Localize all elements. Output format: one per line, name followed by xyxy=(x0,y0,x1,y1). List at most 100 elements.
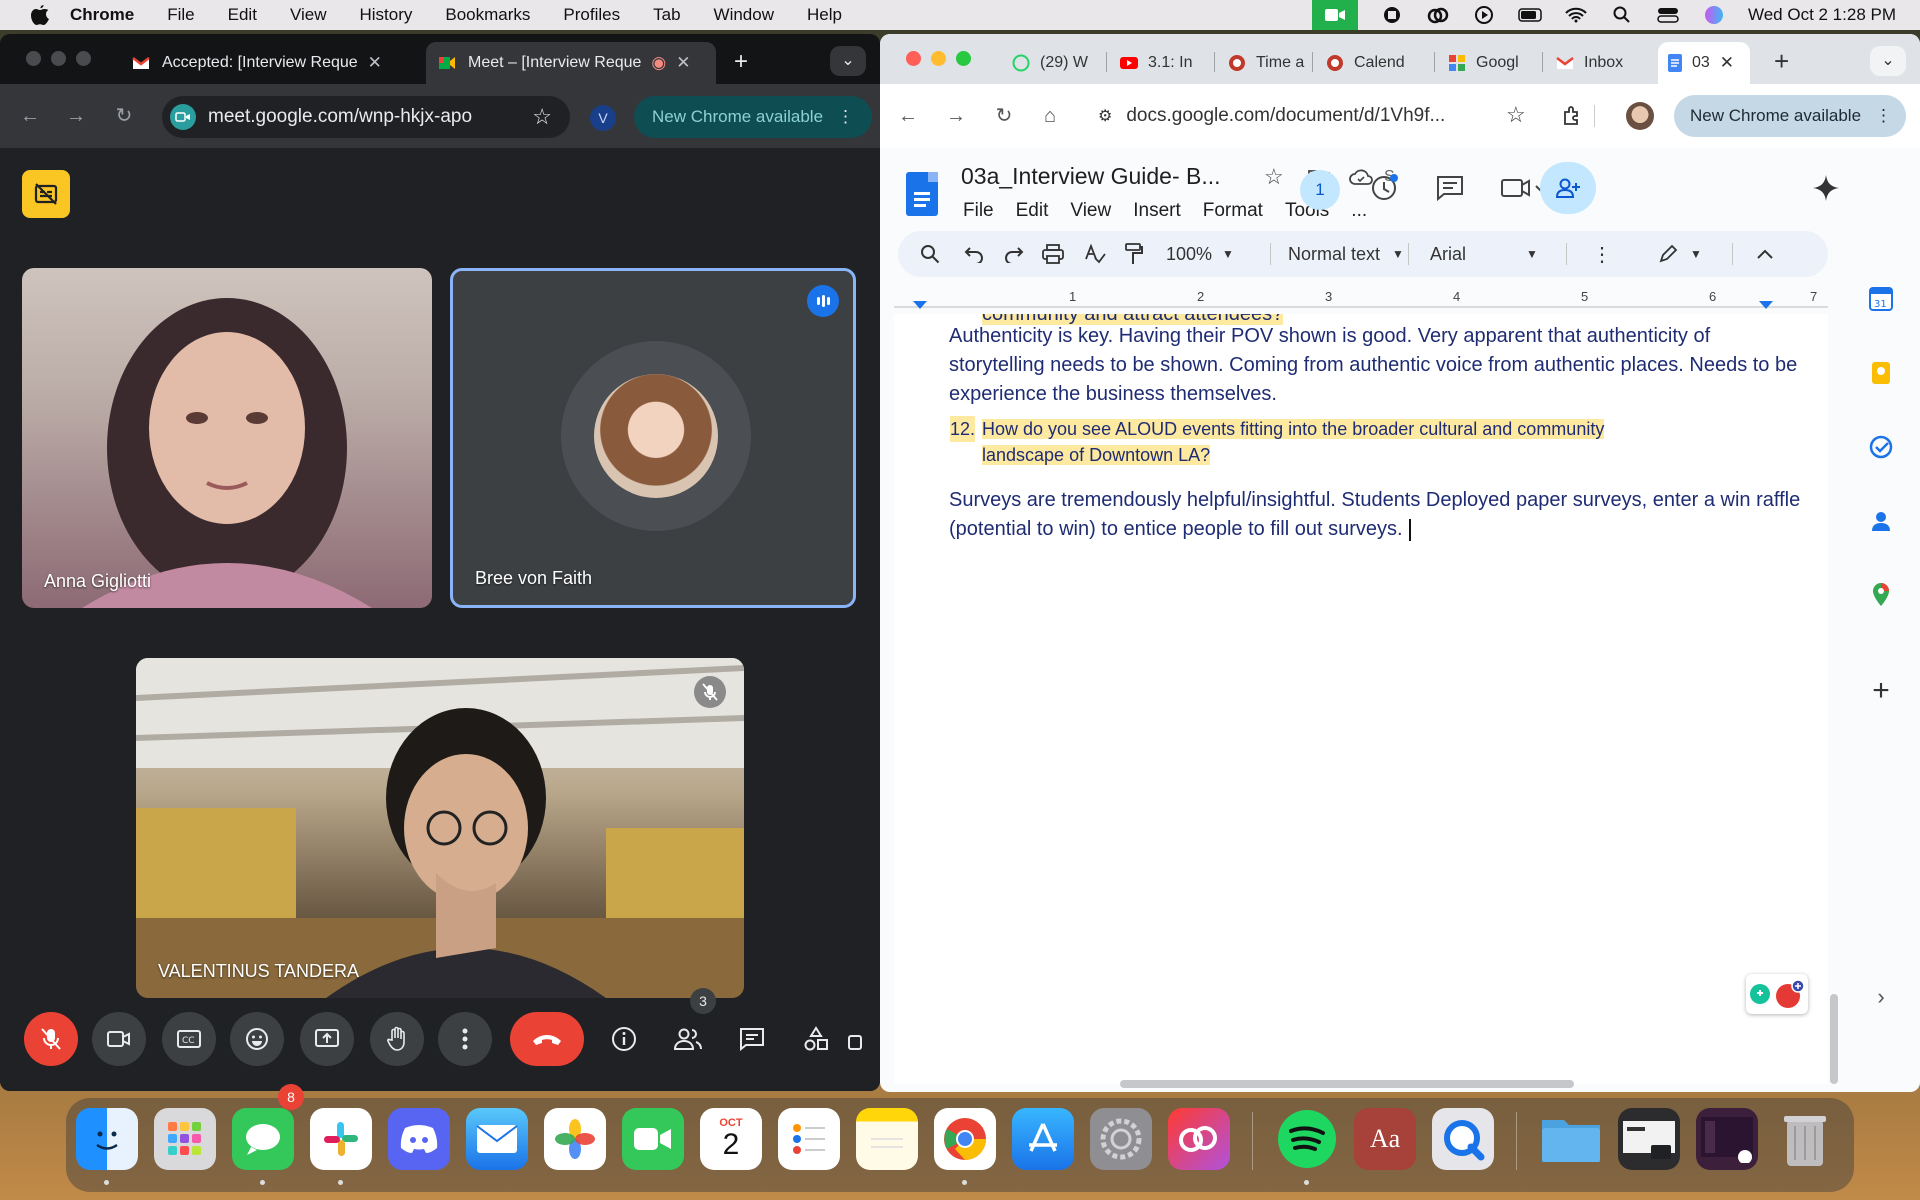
reload-icon[interactable]: ↻ xyxy=(992,104,1016,128)
close-window-button[interactable] xyxy=(26,51,41,66)
share-button[interactable] xyxy=(1540,162,1596,214)
creative-cloud-icon[interactable] xyxy=(1426,5,1450,25)
kebab-menu-icon[interactable]: ⋮ xyxy=(837,107,854,127)
horizontal-scrollbar[interactable] xyxy=(1120,1080,1574,1088)
document-page[interactable]: community and attract attendees? Authent… xyxy=(894,314,1828,1084)
site-info-icon[interactable] xyxy=(170,104,196,130)
document-title[interactable]: 03a_Interview Guide- B... xyxy=(961,163,1221,190)
zoom-window-button[interactable] xyxy=(76,51,91,66)
menu-profiles[interactable]: Profiles xyxy=(563,5,620,25)
notes-icon[interactable] xyxy=(856,1108,918,1170)
menu-tab[interactable]: Tab xyxy=(653,5,680,25)
participant-tile-bree[interactable]: Bree von Faith xyxy=(450,268,856,608)
version-history-icon[interactable] xyxy=(1364,168,1404,208)
participant-tile-anna[interactable]: Anna Gigliotti xyxy=(22,268,432,608)
menu-view[interactable]: View xyxy=(290,5,327,25)
tab-search-chevron-icon[interactable]: ⌄ xyxy=(1870,46,1906,76)
star-document-icon[interactable]: ☆ xyxy=(1264,164,1284,190)
zoom-select[interactable]: 100% ▼ xyxy=(1166,231,1234,277)
editing-mode-select[interactable]: ▼ xyxy=(1658,231,1702,277)
close-tab-icon[interactable]: ✕ xyxy=(1720,53,1734,73)
paragraph-style-select[interactable]: Normal text ▼ xyxy=(1288,231,1404,277)
calendar-icon[interactable]: 31 xyxy=(1868,286,1894,312)
new-chrome-available-button[interactable]: New Chrome available ⋮ xyxy=(1674,95,1906,137)
menu-history[interactable]: History xyxy=(359,5,412,25)
reminders-icon[interactable] xyxy=(778,1108,840,1170)
new-tab-icon[interactable]: + xyxy=(734,48,748,76)
meet-url-field[interactable]: meet.google.com/wnp-hkjx-apo ☆ xyxy=(162,96,570,138)
messages-icon[interactable] xyxy=(232,1108,294,1170)
doc-question-12[interactable]: 12. How do you see ALOUD events fitting … xyxy=(950,416,1782,468)
paint-format-icon[interactable] xyxy=(1124,231,1144,277)
spotlight-search-icon[interactable] xyxy=(1610,5,1634,25)
grammarly-widget[interactable] xyxy=(1746,974,1808,1014)
font-family-select[interactable]: Arial ▼ xyxy=(1430,231,1538,277)
add-addon-icon[interactable]: + xyxy=(1868,674,1894,707)
menu-window[interactable]: Window xyxy=(714,5,774,25)
camera-toggle-button[interactable] xyxy=(92,1012,146,1066)
docs-menu-view[interactable]: View xyxy=(1070,200,1111,222)
control-center-icon[interactable] xyxy=(1656,5,1680,25)
creative-cloud-app-icon[interactable] xyxy=(1168,1108,1230,1170)
spellcheck-icon[interactable] xyxy=(1084,231,1106,277)
wifi-icon[interactable] xyxy=(1564,5,1588,25)
undo-icon[interactable] xyxy=(964,231,984,277)
slack-window-thumbnail[interactable] xyxy=(1696,1108,1758,1170)
docs-menu-format[interactable]: Format xyxy=(1203,200,1263,222)
discord-icon[interactable] xyxy=(388,1108,450,1170)
vertical-scrollbar[interactable] xyxy=(1830,994,1838,1084)
calendar-app-icon[interactable]: OCT 2 xyxy=(700,1108,762,1170)
spotify-icon[interactable] xyxy=(1276,1108,1338,1170)
menu-clock[interactable]: Wed Oct 2 1:28 PM xyxy=(1748,5,1896,25)
hide-menus-chevron-icon[interactable] xyxy=(1756,231,1774,277)
siri-icon[interactable] xyxy=(1702,5,1726,25)
docs-menu-insert[interactable]: Insert xyxy=(1133,200,1181,222)
bookmark-star-icon[interactable]: ☆ xyxy=(1506,102,1526,128)
activities-icon[interactable] xyxy=(792,1012,840,1066)
more-tools-icon[interactable]: ⋮ xyxy=(1592,231,1612,277)
menu-file[interactable]: File xyxy=(167,5,194,25)
play-icon[interactable] xyxy=(1472,5,1496,25)
comments-icon[interactable] xyxy=(1430,168,1470,208)
maps-icon[interactable] xyxy=(1868,582,1894,608)
docs-url-field[interactable]: ⚙ docs.google.com/document/d/1Vh9f... xyxy=(1098,95,1538,137)
captions-off-icon[interactable] xyxy=(22,170,70,218)
tasks-icon[interactable] xyxy=(1868,434,1894,460)
print-icon[interactable] xyxy=(1042,231,1064,277)
participant-tile-valentinus[interactable]: VALENTINUS TANDERA xyxy=(136,658,744,998)
docs-logo-icon[interactable] xyxy=(906,172,938,216)
dictionary-icon[interactable]: Aa xyxy=(1354,1108,1416,1170)
tab-gmail-accepted[interactable]: Accepted: [Interview Reque ✕ xyxy=(120,42,410,84)
tab-time[interactable]: Time a xyxy=(1220,42,1306,84)
bookmark-star-icon[interactable]: ☆ xyxy=(532,104,552,130)
home-icon[interactable]: ⌂ xyxy=(1038,104,1062,128)
forward-arrow-icon[interactable]: → xyxy=(64,104,88,128)
system-settings-icon[interactable] xyxy=(1090,1108,1152,1170)
viewer-count-badge[interactable]: 1 xyxy=(1300,170,1340,210)
mic-toggle-button[interactable] xyxy=(24,1012,78,1066)
emoji-reaction-button[interactable] xyxy=(230,1012,284,1066)
captions-button[interactable]: CC xyxy=(162,1012,216,1066)
minimize-window-button[interactable] xyxy=(51,51,66,66)
photos-icon[interactable] xyxy=(544,1108,606,1170)
leave-call-button[interactable] xyxy=(510,1012,584,1066)
menu-help[interactable]: Help xyxy=(807,5,842,25)
apple-icon[interactable] xyxy=(28,3,52,27)
close-tab-icon[interactable]: ✕ xyxy=(676,53,690,73)
slack-icon[interactable] xyxy=(310,1108,372,1170)
tab-inbox[interactable]: Inbox xyxy=(1548,42,1644,84)
app-store-icon[interactable] xyxy=(1012,1108,1074,1170)
doc-paragraph-2[interactable]: Surveys are tremendously helpful/insight… xyxy=(949,486,1809,544)
battery-icon[interactable] xyxy=(1518,5,1542,25)
lock-icon[interactable] xyxy=(848,1012,880,1066)
record-icon[interactable] xyxy=(1380,5,1404,25)
reload-icon[interactable]: ↻ xyxy=(112,104,136,128)
menu-app-name[interactable]: Chrome xyxy=(70,5,134,25)
new-tab-icon[interactable]: + xyxy=(1774,46,1789,77)
expand-panel-chevron-icon[interactable]: › xyxy=(1868,984,1894,1010)
menu-edit[interactable]: Edit xyxy=(228,5,257,25)
tab-youtube[interactable]: 3.1: In xyxy=(1112,42,1208,84)
profile-avatar[interactable]: V xyxy=(590,105,616,131)
recent-window-thumbnail[interactable] xyxy=(1618,1108,1680,1170)
mail-icon[interactable] xyxy=(466,1108,528,1170)
